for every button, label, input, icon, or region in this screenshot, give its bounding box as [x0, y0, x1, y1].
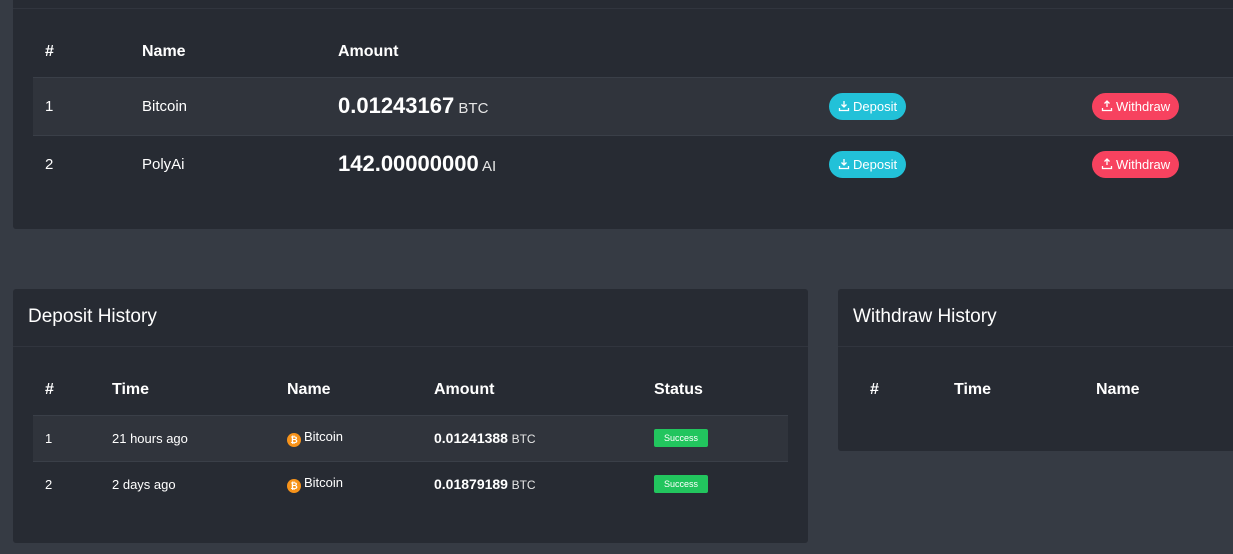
upload-icon	[1101, 100, 1113, 112]
balance-unit: BTC	[458, 100, 489, 117]
withdraw-button[interactable]: Withdraw	[1092, 92, 1180, 120]
deposit-button-label: Deposit	[853, 98, 898, 114]
row-number: 2	[45, 155, 54, 173]
table-row: 2 2 days ago ₿ Bitcoin 0.01879189 BTC Suc…	[33, 461, 788, 507]
column-header-withdraw-action	[1092, 27, 1233, 78]
column-header-name: Name	[1096, 381, 1140, 398]
column-header-name: Name	[142, 27, 338, 78]
wallet-table: # Name Amount 1 Bitcoin 0.01243167 BTC D…	[33, 27, 1233, 193]
table-header-row: # Time Name Amount Status	[33, 365, 788, 416]
deposit-history-card: Deposit History # Time Name Amount Statu…	[13, 289, 808, 543]
coin-name: Bitcoin	[304, 475, 344, 491]
deposit-button[interactable]: Deposit	[829, 92, 907, 120]
balance-value: 142.00000000	[338, 151, 479, 177]
amount-unit: BTC	[511, 478, 536, 493]
bitcoin-icon: ₿	[287, 479, 301, 494]
table-row: 1 Bitcoin 0.01243167 BTC Deposit Withdra…	[33, 77, 1233, 136]
withdraw-history-card: Withdraw History # Time Name	[838, 289, 1233, 451]
table-row: 1 21 hours ago ₿ Bitcoin 0.01241388 BTC S…	[33, 415, 788, 462]
deposit-history-table: # Time Name Amount Status 1 21 hours ago…	[33, 365, 788, 507]
coin-name: PolyAi	[142, 155, 185, 173]
card-title: Deposit History	[28, 306, 157, 327]
column-header-time: Time	[954, 381, 992, 398]
withdraw-cell: Withdraw	[1092, 135, 1233, 193]
card-divider	[13, 346, 808, 347]
deposit-status: Success	[654, 461, 788, 507]
download-icon	[838, 101, 850, 112]
deposit-cell: Deposit	[829, 77, 1092, 136]
deposit-time: 2 days ago	[112, 476, 176, 492]
column-header-number: #	[33, 365, 112, 416]
deposit-coin: ₿ Bitcoin	[287, 415, 434, 462]
status-badge: Success	[654, 429, 709, 447]
card-divider	[13, 8, 1233, 9]
column-header-name: Name	[287, 365, 434, 416]
deposit-amount: 0.01241388 BTC	[434, 415, 654, 462]
table-header-row: # Time Name	[858, 365, 1233, 415]
wallet-card: # Name Amount 1 Bitcoin 0.01243167 BTC D…	[13, 0, 1233, 229]
card-title: Withdraw History	[853, 306, 997, 327]
column-header-amount: Amount	[434, 365, 654, 416]
withdraw-button-label: Withdraw	[1116, 98, 1171, 114]
row-number: 2	[45, 476, 53, 492]
deposit-amount: 0.01879189 BTC	[434, 461, 654, 507]
balance-amount: 142.00000000 AI	[338, 135, 829, 193]
column-header-number: #	[33, 27, 142, 78]
deposit-button[interactable]: Deposit	[829, 150, 907, 178]
amount-value: 0.01241388	[434, 430, 508, 446]
column-header-status: Status	[654, 365, 788, 416]
column-header-deposit-action	[829, 27, 1092, 78]
amount-unit: BTC	[511, 432, 536, 446]
deposit-status: Success	[654, 415, 788, 462]
withdraw-button[interactable]: Withdraw	[1092, 150, 1180, 178]
row-number: 1	[33, 77, 142, 136]
balance-unit: AI	[482, 158, 497, 176]
row-number: 1	[33, 415, 112, 462]
download-icon	[838, 159, 850, 170]
column-header-time: Time	[112, 365, 287, 416]
bitcoin-icon: ₿	[287, 433, 301, 447]
deposit-coin: ₿ Bitcoin	[287, 461, 434, 507]
column-header-number: #	[870, 381, 879, 398]
balance-amount: 0.01243167 BTC	[338, 77, 829, 136]
withdraw-history-table: # Time Name	[858, 365, 1233, 415]
withdraw-cell: Withdraw	[1092, 77, 1233, 136]
column-header-amount: Amount	[338, 27, 829, 78]
withdraw-button-label: Withdraw	[1116, 156, 1171, 172]
deposit-button-label: Deposit	[853, 156, 898, 172]
card-divider	[838, 346, 1233, 347]
balance-value: 0.01243167	[338, 93, 455, 118]
table-header-row: # Name Amount	[33, 27, 1233, 78]
coin-name: Bitcoin	[304, 429, 344, 444]
status-badge: Success	[654, 475, 709, 494]
coin-name: Bitcoin	[142, 77, 338, 136]
table-row: 2 PolyAi 142.00000000 AI Deposit Withdra…	[33, 135, 1233, 193]
deposit-time: 21 hours ago	[112, 415, 287, 462]
upload-icon	[1101, 158, 1113, 170]
amount-value: 0.01879189	[434, 476, 508, 493]
deposit-cell: Deposit	[829, 135, 1092, 193]
